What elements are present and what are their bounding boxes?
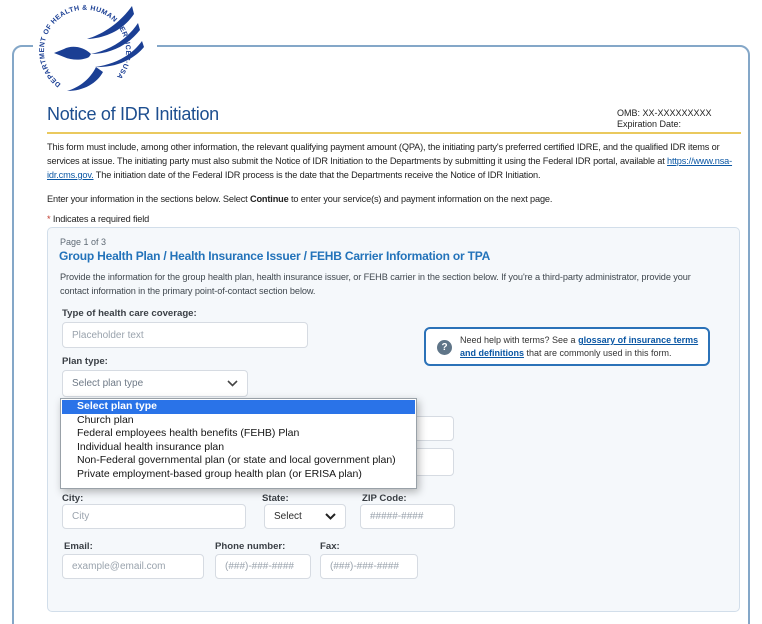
gold-divider xyxy=(47,132,741,134)
notice-of-idr-initiation-page: DEPARTMENT OF HEALTH & HUMAN SERVICES·US… xyxy=(0,0,762,624)
omb-block: OMB: XX-XXXXXXXXX Expiration Date: xyxy=(617,108,712,130)
intro-text-2: The initiation date of the Federal IDR p… xyxy=(94,170,541,180)
question-icon: ? xyxy=(437,340,452,355)
hhs-logo: DEPARTMENT OF HEALTH & HUMAN SERVICES·US… xyxy=(33,0,157,99)
plan-type-label: Plan type: xyxy=(62,356,108,367)
coverage-label: Type of health care coverage: xyxy=(62,308,197,319)
hhs-eagle-icon: DEPARTMENT OF HEALTH & HUMAN SERVICES·US… xyxy=(33,0,157,99)
help-box: ? Need help with terms? See a glossary o… xyxy=(424,327,710,366)
fax-input[interactable] xyxy=(320,554,418,579)
chevron-down-icon xyxy=(227,380,238,387)
help-text: Need help with terms? See a glossary of … xyxy=(460,334,700,359)
email-label: Email: xyxy=(64,541,93,552)
email-input[interactable] xyxy=(62,554,204,579)
phone-input[interactable] xyxy=(215,554,311,579)
section-heading: Group Health Plan / Health Insurance Iss… xyxy=(59,249,490,263)
dropdown-option[interactable]: Select plan type xyxy=(62,400,415,414)
instructions-text-2: to enter your service(s) and payment inf… xyxy=(289,194,553,204)
state-selected-value: Select xyxy=(274,511,302,522)
zip-label: ZIP Code: xyxy=(362,493,407,504)
page-indicator: Page 1 of 3 xyxy=(60,237,106,247)
instructions-paragraph: Enter your information in the sections b… xyxy=(47,192,737,206)
page-title: Notice of IDR Initiation xyxy=(47,104,219,125)
plan-type-selected-value: Select plan type xyxy=(72,378,143,389)
state-select[interactable]: Select xyxy=(264,504,346,529)
section-description: Provide the information for the group he… xyxy=(60,271,708,298)
intro-text-1: This form must include, among other info… xyxy=(47,142,720,166)
dropdown-option[interactable]: Church plan xyxy=(62,414,415,428)
city-label: City: xyxy=(62,493,83,504)
city-input[interactable] xyxy=(62,504,246,529)
continue-keyword: Continue xyxy=(250,194,289,204)
dropdown-option[interactable]: Federal employees health benefits (FEHB)… xyxy=(62,427,415,441)
intro-paragraph: This form must include, among other info… xyxy=(47,140,737,182)
state-label: State: xyxy=(262,493,289,504)
dropdown-option[interactable]: Private employment-based group health pl… xyxy=(62,468,415,482)
plan-type-listbox: Select plan typeChurch planFederal emplo… xyxy=(60,398,417,489)
omb-expiration-date: Expiration Date: xyxy=(617,119,712,130)
help-text-1: Need help with terms? See a xyxy=(460,335,578,345)
zip-input[interactable] xyxy=(360,504,455,529)
required-field-note: * Indicates a required field xyxy=(47,212,149,226)
dropdown-option[interactable]: Non-Federal governmental plan (or state … xyxy=(62,454,415,468)
required-text: Indicates a required field xyxy=(50,214,149,224)
dropdown-option[interactable]: Individual health insurance plan xyxy=(62,441,415,455)
coverage-input[interactable] xyxy=(62,322,308,348)
help-text-2: that are commonly used in this form. xyxy=(524,348,672,358)
omb-number: OMB: XX-XXXXXXXXX xyxy=(617,108,712,119)
section-panel: Page 1 of 3 Group Health Plan / Health I… xyxy=(47,227,740,612)
chevron-down-icon xyxy=(325,513,336,520)
fax-label: Fax: xyxy=(320,541,340,552)
plan-type-select[interactable]: Select plan type xyxy=(62,370,248,397)
phone-label: Phone number: xyxy=(215,541,285,552)
instructions-text-1: Enter your information in the sections b… xyxy=(47,194,250,204)
